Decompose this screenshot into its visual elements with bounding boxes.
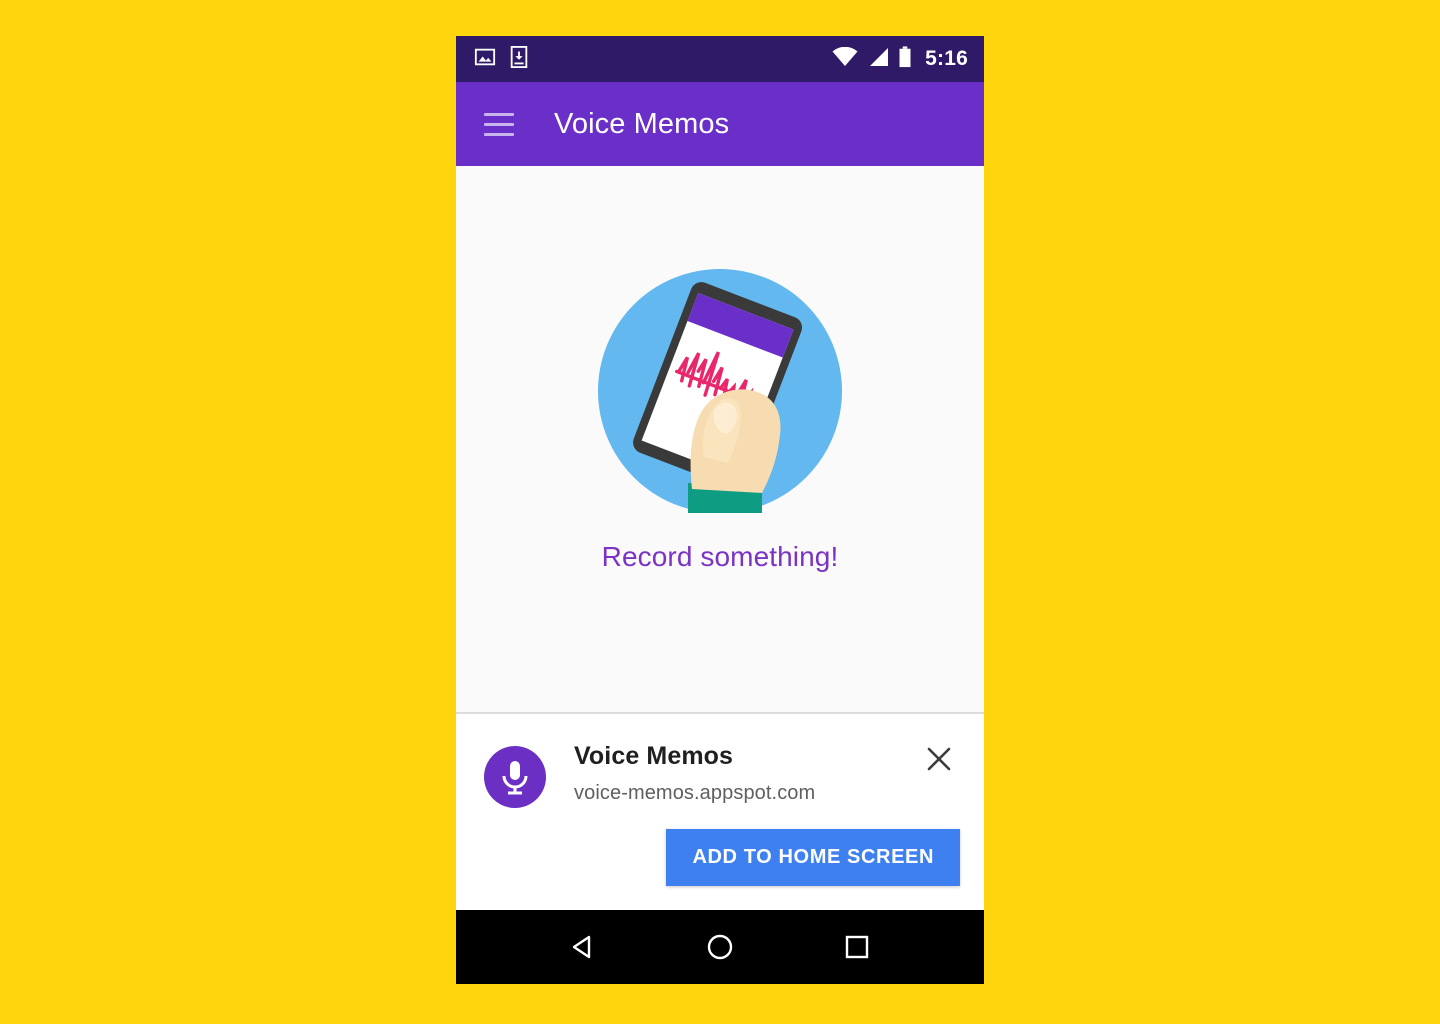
status-bar-clock: 5:16	[925, 47, 968, 70]
banner-actions: ADD TO HOME SCREEN	[666, 829, 960, 886]
hand-holding-phone-recording-illustration	[598, 269, 842, 513]
add-to-home-screen-banner: Voice Memos voice-memos.appspot.com ADD …	[456, 714, 984, 910]
microphone-icon	[502, 761, 528, 795]
battery-icon	[898, 45, 912, 73]
download-icon	[510, 45, 528, 73]
close-icon[interactable]	[920, 740, 958, 778]
back-button[interactable]	[555, 919, 611, 975]
page-title: Voice Memos	[554, 107, 730, 140]
empty-state-message: Record something!	[601, 541, 839, 572]
hamburger-menu-icon[interactable]	[484, 102, 528, 146]
wifi-icon	[832, 46, 858, 72]
home-button[interactable]	[692, 919, 748, 975]
banner-text-block: Voice Memos voice-memos.appspot.com	[574, 740, 815, 805]
app-bar: Voice Memos	[456, 82, 984, 166]
android-navigation-bar	[456, 910, 984, 984]
menu-line	[484, 122, 514, 126]
cell-signal-icon	[867, 47, 889, 72]
recents-button[interactable]	[829, 919, 885, 975]
menu-line	[484, 132, 514, 136]
status-bar-right-icons: 5:16	[832, 45, 968, 73]
banner-app-origin: voice-memos.appspot.com	[574, 782, 816, 804]
square-icon	[846, 935, 869, 959]
screenshot-icon	[474, 46, 496, 73]
phone-screen: 5:16 Voice Memos Record something! Voice…	[456, 36, 984, 984]
menu-line	[484, 112, 514, 116]
avatar	[484, 746, 546, 808]
empty-state-content: Record something!	[456, 166, 984, 714]
add-to-home-screen-button[interactable]: ADD TO HOME SCREEN	[666, 829, 960, 886]
status-bar: 5:16	[456, 36, 984, 82]
banner-app-name: Voice Memos	[574, 742, 734, 770]
status-bar-left-icons	[474, 45, 528, 73]
circle-icon	[707, 934, 733, 960]
banner-header: Voice Memos voice-memos.appspot.com	[484, 740, 956, 808]
triangle-left-icon	[572, 935, 590, 959]
